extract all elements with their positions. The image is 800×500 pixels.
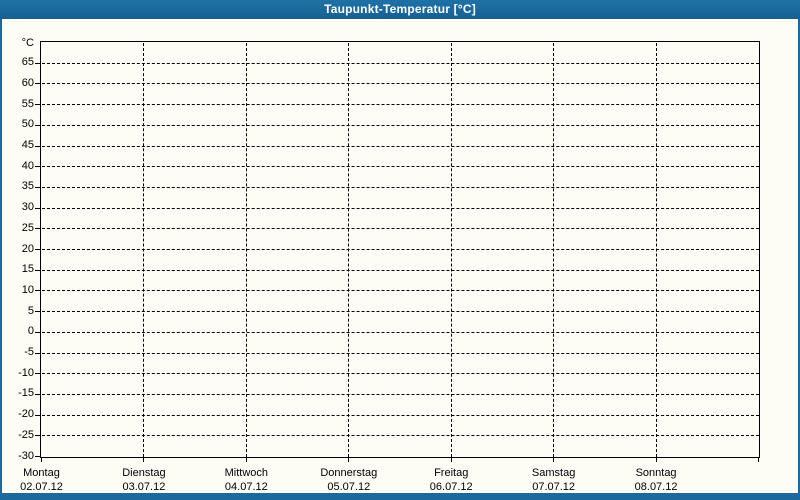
title-bar: Taupunkt-Temperatur [°C] [0, 0, 800, 19]
chart-title: Taupunkt-Temperatur [°C] [324, 2, 476, 16]
chart-window: Taupunkt-Temperatur [°C] °C 65 60 55 50 45 40… [0, 0, 800, 500]
y-axis-unit-label: °C [21, 37, 34, 49]
plot-area [40, 41, 760, 458]
